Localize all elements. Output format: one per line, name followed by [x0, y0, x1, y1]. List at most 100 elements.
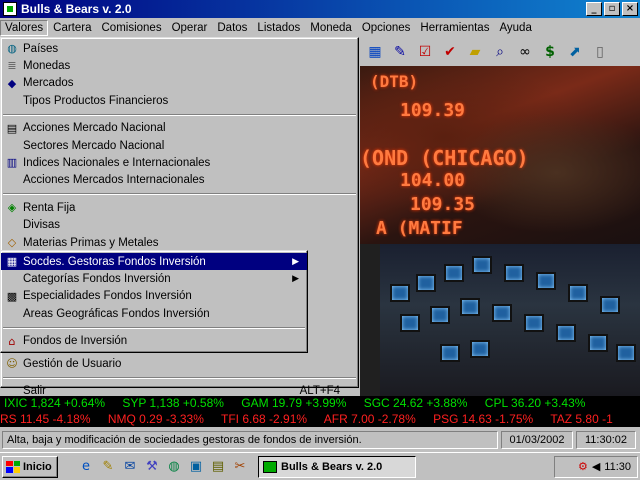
menu-herramientas[interactable]: Herramientas: [415, 20, 494, 36]
tray-app-icon[interactable]: ⚙: [578, 460, 588, 473]
quicklaunch-network-icon[interactable]: ▣: [186, 457, 206, 477]
bond-icon: ◈: [7, 201, 17, 215]
maximize-button[interactable]: ▫: [604, 2, 620, 16]
commodities-icon: ◇: [7, 235, 17, 249]
trading-floor-photo-top: (DTB) 109.39 (OND (CHICAGO) 104.00 109.3…: [360, 66, 640, 244]
menu-separator: [3, 326, 305, 329]
submenu-arrow-icon: ▶: [292, 274, 299, 285]
start-label: Inicio: [23, 460, 52, 473]
photo-text: A (MATIF: [376, 218, 463, 239]
photo-text: 104.00: [400, 170, 466, 191]
menu-item-sectores-nacional[interactable]: Sectores Mercado Nacional: [1, 137, 358, 154]
submenu-item-fondos-inversion[interactable]: ⌂ Fondos de Inversión: [1, 333, 307, 350]
menu-item-acciones-internacionales[interactable]: Acciones Mercados Internacionales: [1, 172, 358, 189]
menu-item-tipos-productos[interactable]: Tipos Productos Financieros: [1, 92, 358, 109]
volume-icon[interactable]: ◀: [592, 460, 600, 473]
status-message: Alta, baja y modificación de sociedades …: [2, 431, 498, 449]
system-tray: ⚙ ◀ 11:30: [554, 455, 638, 478]
menu-item-renta-fija[interactable]: ◈ Renta Fija: [1, 199, 358, 216]
menu-bar: Valores Cartera Comisiones Operar Datos …: [0, 18, 640, 37]
menu-valores[interactable]: Valores: [0, 19, 49, 36]
ticker-losers: RS 11.45 -4.18% NMQ 0.29 -3.33% TFI 6.68…: [0, 411, 640, 427]
dollar-icon[interactable]: $: [539, 41, 561, 63]
trading-floor-photo-bottom: [380, 244, 640, 396]
exit-door-icon[interactable]: ▯: [589, 41, 611, 63]
edit-pencil-icon[interactable]: ✎: [389, 41, 411, 63]
chart-pencil-icon[interactable]: ⬈: [564, 41, 586, 63]
quicklaunch-edit-icon[interactable]: ✎: [98, 457, 118, 477]
menu-separator: [3, 193, 356, 196]
toolbar: ▦ ✎ ☑ ✔ ▰ ⌕ ∞ $ ⬈ ▯: [360, 39, 640, 65]
open-folder-icon[interactable]: ▰: [464, 41, 486, 63]
ticker-item: NMQ 0.29 -3.33%: [107, 412, 204, 426]
photo-text: 109.35: [410, 194, 476, 215]
menu-item-gestion-usuario[interactable]: ☺ Gestión de Usuario: [1, 355, 358, 372]
ticker-item: SGC 24.62 +3.88%: [363, 396, 468, 410]
quicklaunch-globe-icon[interactable]: ◍: [164, 457, 184, 477]
photo-text: (DTB): [370, 72, 419, 91]
menu-comisiones[interactable]: Comisiones: [97, 20, 167, 36]
quicklaunch-app-icon[interactable]: ▤: [208, 457, 228, 477]
find-icon[interactable]: ⌕: [489, 41, 511, 63]
ticker-item: TFI 6.68 -2.91%: [221, 412, 308, 426]
menu-moneda[interactable]: Moneda: [305, 20, 357, 36]
fondos-submenu: ▦ Socdes. Gestoras Fondos Inversión ▶ Ca…: [0, 250, 308, 353]
photo-text: (OND (CHICAGO): [360, 146, 529, 170]
building-icon: ▦: [6, 255, 18, 268]
menu-item-divisas[interactable]: Divisas: [1, 217, 358, 234]
grid-icon: ▩: [6, 289, 18, 303]
list-check-icon[interactable]: ☑: [414, 41, 436, 63]
windows-logo-icon: [6, 460, 20, 473]
checkmark-icon[interactable]: ✔: [439, 41, 461, 63]
quicklaunch-program-icon[interactable]: ✂: [230, 457, 250, 477]
submenu-item-especialidades[interactable]: ▩ Especialidades Fondos Inversión: [1, 288, 307, 305]
app-task-icon: [263, 460, 277, 473]
menu-item-monedas[interactable]: ≣ Monedas: [1, 57, 358, 74]
close-button[interactable]: ×: [622, 2, 638, 16]
binoculars-icon[interactable]: ∞: [514, 41, 536, 63]
menu-opciones[interactable]: Opciones: [357, 20, 416, 36]
submenu-arrow-icon: ▶: [292, 256, 299, 267]
menu-item-mercados[interactable]: ◆ Mercados: [1, 75, 358, 92]
menu-ayuda[interactable]: Ayuda: [494, 20, 536, 36]
minimize-button[interactable]: _: [586, 2, 602, 16]
ticker-item: AFR 7.00 -2.78%: [323, 412, 416, 426]
ticker-item: PSG 14.63 -1.75%: [433, 412, 534, 426]
app-icon[interactable]: [3, 2, 17, 16]
title-bar: Bulls & Bears v. 2.0 _ ▫ ×: [0, 0, 640, 18]
menu-item-paises[interactable]: ◍ Países: [1, 40, 358, 57]
menu-cartera[interactable]: Cartera: [48, 20, 96, 36]
quicklaunch-tools-icon[interactable]: ⚒: [142, 457, 162, 477]
house-icon: ⌂: [8, 334, 16, 348]
status-bar: Alta, baja y modificación de sociedades …: [0, 429, 640, 451]
submenu-item-categorias[interactable]: Categorías Fondos Inversión ▶: [1, 270, 307, 287]
ticker-item: CPL 36.20 +3.43%: [484, 396, 586, 410]
menu-separator: [3, 376, 356, 379]
quicklaunch-mail-icon[interactable]: ✉: [120, 457, 140, 477]
menu-item-materias-primas[interactable]: ◇ Materias Primas y Metales: [1, 234, 358, 251]
window-title: Bulls & Bears v. 2.0: [21, 2, 132, 16]
menu-item-salir[interactable]: Salir ALT+F4: [1, 383, 358, 400]
document-icon: ▤: [6, 121, 18, 135]
submenu-item-areas-geograficas[interactable]: Areas Geográficas Fondos Inversión: [1, 305, 307, 322]
status-time: 11:30:02: [576, 431, 636, 449]
shortcut-label: ALT+F4: [299, 385, 340, 398]
menu-datos[interactable]: Datos: [212, 20, 252, 36]
coins-icon: ≣: [7, 59, 17, 73]
edit-sheet-icon[interactable]: ▦: [364, 41, 386, 63]
taskbar: Inicio e ✎ ✉ ⚒ ◍ ▣ ▤ ✂ Bulls & Bears v. …: [0, 452, 640, 480]
index-icon: ▥: [6, 156, 18, 170]
market-icon: ◆: [7, 76, 17, 90]
menu-listados[interactable]: Listados: [252, 20, 305, 36]
tray-clock[interactable]: 11:30: [604, 461, 631, 473]
menu-item-acciones-nacional[interactable]: ▤ Acciones Mercado Nacional: [1, 120, 358, 137]
menu-item-indices[interactable]: ▥ Indices Nacionales e Internacionales: [1, 154, 358, 171]
menu-separator: [3, 113, 356, 116]
submenu-item-socdes-gestoras[interactable]: ▦ Socdes. Gestoras Fondos Inversión ▶: [1, 253, 307, 271]
menu-operar[interactable]: Operar: [167, 20, 213, 36]
status-date: 01/03/2002: [501, 431, 573, 449]
task-label: Bulls & Bears v. 2.0: [281, 460, 383, 473]
taskbar-app-button[interactable]: Bulls & Bears v. 2.0: [258, 455, 416, 478]
internet-explorer-icon[interactable]: e: [76, 457, 96, 477]
start-button[interactable]: Inicio: [2, 455, 58, 478]
